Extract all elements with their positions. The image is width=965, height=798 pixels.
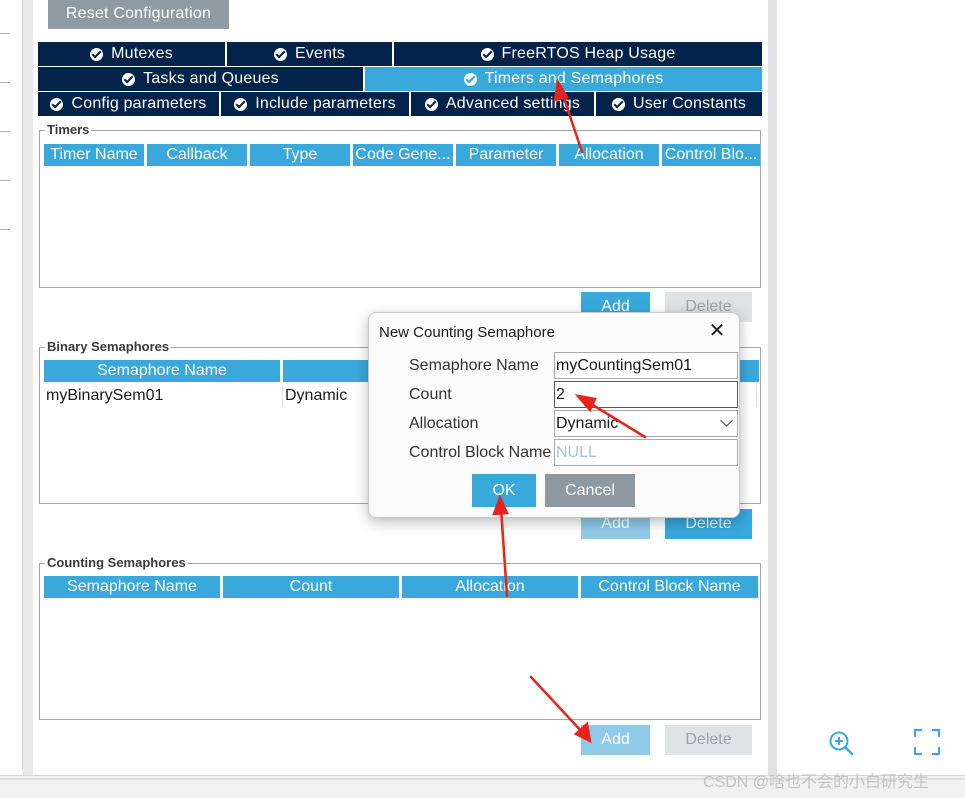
tab-label: FreeRTOS Heap Usage xyxy=(501,45,676,62)
tab-row-1: Mutexes Events FreeRTOS Heap Usage xyxy=(38,42,762,66)
chevron-down-icon xyxy=(720,414,733,427)
counting-table-header: Semaphore Name Count Allocation Control … xyxy=(44,576,758,598)
control-block-name-field[interactable]: NULL xyxy=(554,439,738,466)
column-header[interactable]: Callback xyxy=(147,144,247,166)
close-icon[interactable]: ✕ xyxy=(707,321,727,341)
tab-advanced-settings[interactable]: Advanced settings xyxy=(411,92,596,116)
check-circle-icon xyxy=(50,97,64,111)
tab-label: Mutexes xyxy=(111,45,173,62)
tab-row-2: Tasks and Queues Timers and Semaphores xyxy=(38,67,762,91)
tab-tasks-and-queues[interactable]: Tasks and Queues xyxy=(38,67,365,91)
timers-table-header: Timer Name Callback Type Code Gene... Pa… xyxy=(44,144,760,166)
zoom-in-icon[interactable] xyxy=(827,729,855,757)
group-title: Timers xyxy=(45,122,92,137)
count-label: Count xyxy=(409,386,452,403)
check-circle-icon xyxy=(273,47,287,61)
column-header[interactable]: Control Block Name xyxy=(581,576,758,598)
column-header[interactable]: Parameter xyxy=(456,144,556,166)
column-header[interactable]: Count xyxy=(223,576,399,598)
cancel-button[interactable]: Cancel xyxy=(545,474,635,507)
panel-right-border xyxy=(768,0,777,775)
allocation-value: Dynamic xyxy=(556,414,619,432)
control-block-name-label: Control Block Name xyxy=(409,444,552,461)
tab-events[interactable]: Events xyxy=(227,42,394,66)
tab-mutexes[interactable]: Mutexes xyxy=(38,42,227,66)
tab-freertos-heap-usage[interactable]: FreeRTOS Heap Usage xyxy=(394,42,762,66)
reset-configuration-button[interactable]: Reset Configuration xyxy=(48,0,229,29)
ruler-tick xyxy=(0,131,10,132)
column-header[interactable]: Timer Name xyxy=(44,144,144,166)
counting-delete-button[interactable]: Delete xyxy=(665,725,752,755)
column-header[interactable]: Semaphore Name xyxy=(44,360,280,382)
check-circle-icon xyxy=(480,47,494,61)
check-circle-icon xyxy=(463,72,477,86)
column-header[interactable]: Code Gene... xyxy=(353,144,453,166)
count-field[interactable]: 2 xyxy=(554,381,738,408)
check-circle-icon xyxy=(234,97,248,111)
tab-label: Tasks and Queues xyxy=(143,70,279,87)
ruler-tick xyxy=(0,82,10,83)
new-counting-semaphore-dialog: New Counting Semaphore ✕ Semaphore Name … xyxy=(368,312,740,518)
counting-semaphores-group: Counting Semaphores Semaphore Name Count… xyxy=(39,555,761,720)
check-circle-icon xyxy=(90,47,104,61)
ruler-tick xyxy=(0,229,10,230)
tab-label: User Constants xyxy=(632,95,747,112)
column-header[interactable]: Allocation xyxy=(402,576,578,598)
panel-gutter xyxy=(23,0,33,775)
allocation-label: Allocation xyxy=(409,415,479,432)
left-outer-strip xyxy=(0,0,23,770)
column-header[interactable]: Type xyxy=(250,144,350,166)
tab-include-parameters[interactable]: Include parameters xyxy=(221,92,411,116)
check-circle-icon xyxy=(122,72,136,86)
tab-label: Config parameters xyxy=(71,95,207,112)
tab-user-constants[interactable]: User Constants xyxy=(596,92,762,116)
group-title: Counting Semaphores xyxy=(45,555,188,570)
tab-label: Events xyxy=(294,45,346,62)
column-header[interactable]: Control Blo... xyxy=(662,144,760,166)
ruler-tick xyxy=(0,180,10,181)
column-header[interactable]: Semaphore Name xyxy=(44,576,220,598)
timers-group: Timers Timer Name Callback Type Code Gen… xyxy=(39,122,761,288)
tab-label: Timers and Semaphores xyxy=(484,70,664,87)
dialog-title: New Counting Semaphore xyxy=(379,324,555,341)
tab-timers-and-semaphores[interactable]: Timers and Semaphores xyxy=(365,67,762,91)
ok-button[interactable]: OK xyxy=(472,474,536,507)
group-title: Binary Semaphores xyxy=(45,339,172,354)
check-circle-icon xyxy=(611,97,625,111)
tab-label: Include parameters xyxy=(255,95,396,112)
semaphore-name-cell: myBinarySem01 xyxy=(44,385,283,407)
column-header[interactable]: Allocation xyxy=(559,144,659,166)
ruler-tick xyxy=(0,33,10,34)
semaphore-name-field[interactable]: myCountingSem01 xyxy=(554,352,738,379)
watermark-text: CSDN @啥也不会的小白研究生 xyxy=(703,774,930,791)
semaphore-name-label: Semaphore Name xyxy=(409,357,539,374)
counting-add-button[interactable]: Add xyxy=(581,725,650,755)
fullscreen-icon[interactable] xyxy=(913,728,941,756)
check-circle-icon xyxy=(424,97,438,111)
tab-row-3: Config parameters Include parameters Adv… xyxy=(38,92,762,116)
tab-config-parameters[interactable]: Config parameters xyxy=(38,92,221,116)
tab-label: Advanced settings xyxy=(445,95,581,112)
allocation-select[interactable]: Dynamic xyxy=(554,410,738,437)
